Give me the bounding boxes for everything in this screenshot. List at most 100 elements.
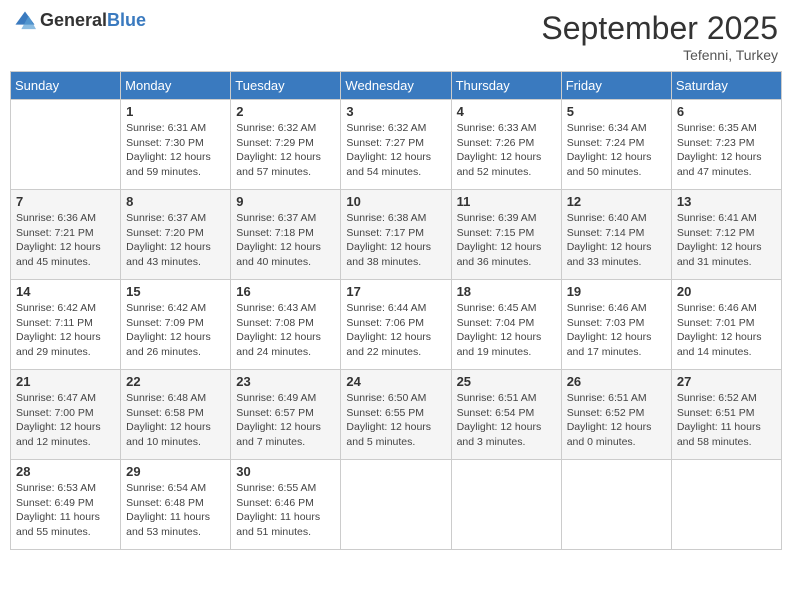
weekday-header-sunday: Sunday	[11, 72, 121, 100]
day-number: 7	[16, 194, 115, 209]
day-number: 6	[677, 104, 776, 119]
calendar-cell: 29 Sunrise: 6:54 AM Sunset: 6:48 PM Dayli…	[121, 460, 231, 550]
calendar-cell: 20Sunrise: 6:46 AM Sunset: 7:01 PM Dayli…	[671, 280, 781, 370]
day-number: 28	[16, 464, 115, 479]
day-number: 2	[236, 104, 335, 119]
day-number: 19	[567, 284, 666, 299]
day-number: 29	[126, 464, 225, 479]
calendar-cell: 4Sunrise: 6:33 AM Sunset: 7:26 PM Daylig…	[451, 100, 561, 190]
day-info: Sunrise: 6:51 AM Sunset: 6:52 PM Dayligh…	[567, 391, 666, 450]
day-info: Sunrise: 6:54 AM Sunset: 6:48 PM Dayligh…	[126, 481, 225, 540]
weekday-header-saturday: Saturday	[671, 72, 781, 100]
calendar-cell: 30Sunrise: 6:55 AM Sunset: 6:46 PM Dayli…	[231, 460, 341, 550]
day-number: 26	[567, 374, 666, 389]
day-number: 9	[236, 194, 335, 209]
day-info: Sunrise: 6:44 AM Sunset: 7:06 PM Dayligh…	[346, 301, 445, 360]
week-row-4: 21 Sunrise: 6:47 AM Sunset: 7:00 PM Dayli…	[11, 370, 782, 460]
logo-icon	[14, 10, 36, 32]
calendar-cell: 1 Sunrise: 6:31 AM Sunset: 7:30 PM Daylig…	[121, 100, 231, 190]
calendar-cell: 21 Sunrise: 6:47 AM Sunset: 7:00 PM Dayli…	[11, 370, 121, 460]
day-number: 25	[457, 374, 556, 389]
day-info: Sunrise: 6:41 AM Sunset: 7:12 PM Dayligh…	[677, 211, 776, 270]
calendar-cell: 13Sunrise: 6:41 AM Sunset: 7:12 PM Dayli…	[671, 190, 781, 280]
calendar-cell: 17 Sunrise: 6:44 AM Sunset: 7:06 PM Dayli…	[341, 280, 451, 370]
day-info: Sunrise: 6:50 AM Sunset: 6:55 PM Dayligh…	[346, 391, 445, 450]
day-number: 3	[346, 104, 445, 119]
month-title: September 2025	[541, 10, 778, 47]
day-info: Sunrise: 6:49 AM Sunset: 6:57 PM Dayligh…	[236, 391, 335, 450]
day-info: Sunrise: 6:46 AM Sunset: 7:03 PM Dayligh…	[567, 301, 666, 360]
day-info: Sunrise: 6:53 AM Sunset: 6:49 PM Dayligh…	[16, 481, 115, 540]
week-row-3: 14 Sunrise: 6:42 AM Sunset: 7:11 PM Dayli…	[11, 280, 782, 370]
day-info: Sunrise: 6:32 AM Sunset: 7:29 PM Dayligh…	[236, 121, 335, 180]
day-number: 14	[16, 284, 115, 299]
day-info: Sunrise: 6:37 AM Sunset: 7:18 PM Dayligh…	[236, 211, 335, 270]
day-number: 15	[126, 284, 225, 299]
day-info: Sunrise: 6:40 AM Sunset: 7:14 PM Dayligh…	[567, 211, 666, 270]
day-info: Sunrise: 6:42 AM Sunset: 7:11 PM Dayligh…	[16, 301, 115, 360]
logo-blue: Blue	[107, 10, 146, 30]
day-info: Sunrise: 6:37 AM Sunset: 7:20 PM Dayligh…	[126, 211, 225, 270]
weekday-header-tuesday: Tuesday	[231, 72, 341, 100]
day-info: Sunrise: 6:35 AM Sunset: 7:23 PM Dayligh…	[677, 121, 776, 180]
day-info: Sunrise: 6:45 AM Sunset: 7:04 PM Dayligh…	[457, 301, 556, 360]
calendar-cell: 3 Sunrise: 6:32 AM Sunset: 7:27 PM Daylig…	[341, 100, 451, 190]
page-header: GeneralBlue September 2025 Tefenni, Turk…	[10, 10, 782, 63]
calendar-cell: 27 Sunrise: 6:52 AM Sunset: 6:51 PM Dayli…	[671, 370, 781, 460]
day-info: Sunrise: 6:38 AM Sunset: 7:17 PM Dayligh…	[346, 211, 445, 270]
calendar-cell: 26 Sunrise: 6:51 AM Sunset: 6:52 PM Dayli…	[561, 370, 671, 460]
calendar-cell: 24 Sunrise: 6:50 AM Sunset: 6:55 PM Dayli…	[341, 370, 451, 460]
day-info: Sunrise: 6:32 AM Sunset: 7:27 PM Dayligh…	[346, 121, 445, 180]
calendar-cell: 6 Sunrise: 6:35 AM Sunset: 7:23 PM Daylig…	[671, 100, 781, 190]
day-number: 8	[126, 194, 225, 209]
day-number: 22	[126, 374, 225, 389]
day-number: 16	[236, 284, 335, 299]
day-info: Sunrise: 6:39 AM Sunset: 7:15 PM Dayligh…	[457, 211, 556, 270]
weekday-header-wednesday: Wednesday	[341, 72, 451, 100]
week-row-5: 28 Sunrise: 6:53 AM Sunset: 6:49 PM Dayli…	[11, 460, 782, 550]
day-info: Sunrise: 6:52 AM Sunset: 6:51 PM Dayligh…	[677, 391, 776, 450]
day-info: Sunrise: 6:51 AM Sunset: 6:54 PM Dayligh…	[457, 391, 556, 450]
day-number: 23	[236, 374, 335, 389]
day-info: Sunrise: 6:31 AM Sunset: 7:30 PM Dayligh…	[126, 121, 225, 180]
calendar-cell: 15 Sunrise: 6:42 AM Sunset: 7:09 PM Dayli…	[121, 280, 231, 370]
calendar-cell	[671, 460, 781, 550]
week-row-2: 7 Sunrise: 6:36 AM Sunset: 7:21 PM Daylig…	[11, 190, 782, 280]
day-number: 27	[677, 374, 776, 389]
weekday-header-friday: Friday	[561, 72, 671, 100]
day-info: Sunrise: 6:36 AM Sunset: 7:21 PM Dayligh…	[16, 211, 115, 270]
calendar-cell	[451, 460, 561, 550]
title-area: September 2025 Tefenni, Turkey	[541, 10, 778, 63]
calendar-cell: 28 Sunrise: 6:53 AM Sunset: 6:49 PM Dayli…	[11, 460, 121, 550]
weekday-header-row: SundayMondayTuesdayWednesdayThursdayFrid…	[11, 72, 782, 100]
day-number: 21	[16, 374, 115, 389]
calendar-cell: 12Sunrise: 6:40 AM Sunset: 7:14 PM Dayli…	[561, 190, 671, 280]
calendar-cell: 5Sunrise: 6:34 AM Sunset: 7:24 PM Daylig…	[561, 100, 671, 190]
day-number: 1	[126, 104, 225, 119]
calendar-cell: 25 Sunrise: 6:51 AM Sunset: 6:54 PM Dayli…	[451, 370, 561, 460]
day-number: 17	[346, 284, 445, 299]
day-number: 24	[346, 374, 445, 389]
location-title: Tefenni, Turkey	[541, 47, 778, 63]
calendar-table: SundayMondayTuesdayWednesdayThursdayFrid…	[10, 71, 782, 550]
calendar-cell: 8 Sunrise: 6:37 AM Sunset: 7:20 PM Daylig…	[121, 190, 231, 280]
calendar-cell: 19 Sunrise: 6:46 AM Sunset: 7:03 PM Dayli…	[561, 280, 671, 370]
day-number: 4	[457, 104, 556, 119]
day-info: Sunrise: 6:48 AM Sunset: 6:58 PM Dayligh…	[126, 391, 225, 450]
day-number: 18	[457, 284, 556, 299]
day-info: Sunrise: 6:42 AM Sunset: 7:09 PM Dayligh…	[126, 301, 225, 360]
logo: GeneralBlue	[14, 10, 146, 32]
day-info: Sunrise: 6:46 AM Sunset: 7:01 PM Dayligh…	[677, 301, 776, 360]
calendar-cell	[11, 100, 121, 190]
calendar-cell: 11Sunrise: 6:39 AM Sunset: 7:15 PM Dayli…	[451, 190, 561, 280]
calendar-cell	[561, 460, 671, 550]
day-info: Sunrise: 6:55 AM Sunset: 6:46 PM Dayligh…	[236, 481, 335, 540]
day-number: 10	[346, 194, 445, 209]
calendar-cell: 22 Sunrise: 6:48 AM Sunset: 6:58 PM Dayli…	[121, 370, 231, 460]
weekday-header-monday: Monday	[121, 72, 231, 100]
calendar-cell: 2 Sunrise: 6:32 AM Sunset: 7:29 PM Daylig…	[231, 100, 341, 190]
calendar-cell: 23 Sunrise: 6:49 AM Sunset: 6:57 PM Dayli…	[231, 370, 341, 460]
day-info: Sunrise: 6:47 AM Sunset: 7:00 PM Dayligh…	[16, 391, 115, 450]
day-info: Sunrise: 6:43 AM Sunset: 7:08 PM Dayligh…	[236, 301, 335, 360]
calendar-cell: 7 Sunrise: 6:36 AM Sunset: 7:21 PM Daylig…	[11, 190, 121, 280]
